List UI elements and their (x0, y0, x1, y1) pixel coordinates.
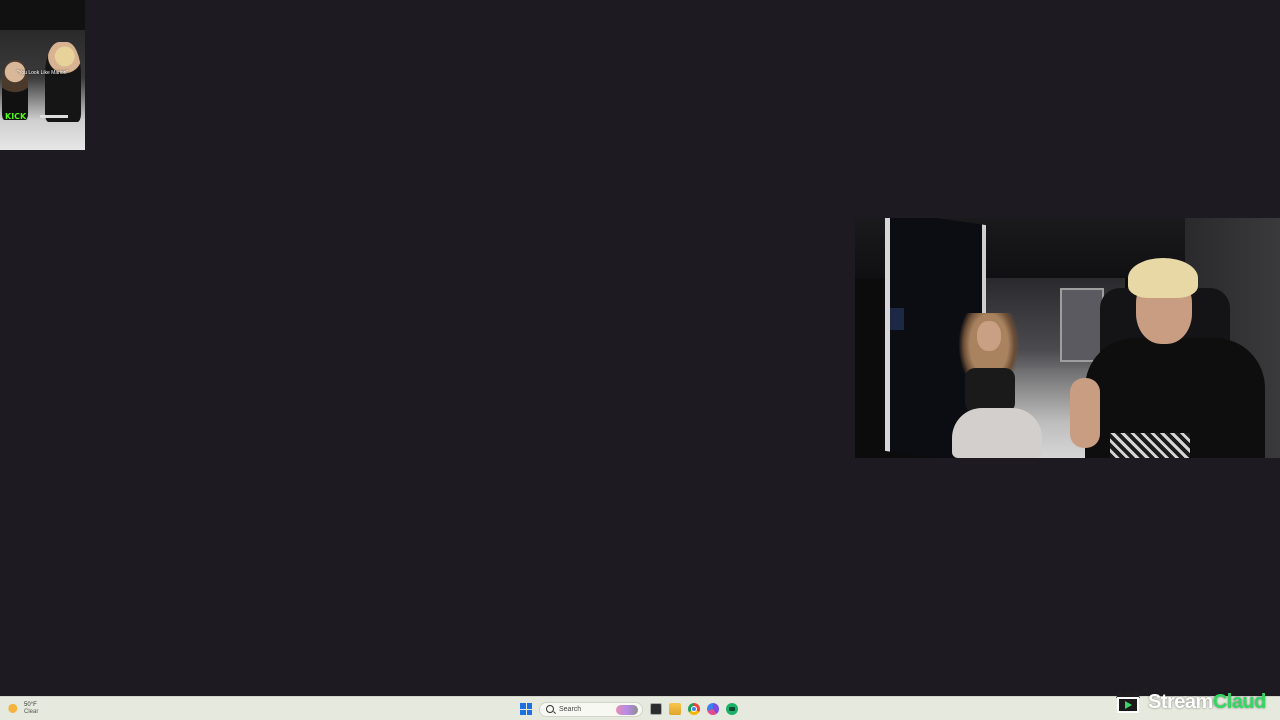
video-person-woman (947, 313, 1042, 458)
search-icon (546, 705, 554, 713)
chrome-icon[interactable] (688, 703, 700, 715)
desktop: "You Look Like Marlon" KICK (0, 0, 1280, 696)
streamclaud-watermark: StreamClaud (1114, 690, 1266, 714)
main-video-window[interactable] (855, 218, 1280, 458)
moon-icon (8, 703, 20, 715)
thumbnail-person-right (45, 42, 81, 122)
watermark-text: StreamClaud (1148, 691, 1266, 714)
weather-temperature: 50°F (24, 702, 37, 708)
video-window-reflection (890, 308, 904, 330)
taskbar: 50°F Clear Search (0, 696, 1280, 720)
weather-text: 50°F Clear (24, 702, 38, 716)
man-hair (1128, 258, 1198, 298)
woman-legs (952, 408, 1042, 458)
man-shorts (1110, 433, 1190, 458)
woman-face (977, 321, 1001, 351)
woman-top (965, 368, 1015, 413)
watermark-claud: Claud (1212, 690, 1267, 713)
watermark-stream: Stream (1148, 690, 1213, 713)
search-highlight-icon (616, 704, 638, 715)
kick-handle-bar (40, 115, 68, 118)
thumbnail-video-window[interactable]: "You Look Like Marlon" KICK (0, 0, 85, 150)
start-icon[interactable] (520, 703, 532, 715)
file-explorer-icon[interactable] (669, 703, 681, 715)
weather-widget[interactable]: 50°F Clear (8, 699, 38, 719)
man-arm (1070, 378, 1100, 448)
thumbnail-person-left (2, 60, 28, 120)
search-label: Search (559, 705, 582, 713)
app-icon[interactable] (726, 703, 738, 715)
video-person-man (1070, 258, 1280, 458)
thumbnail-caption: "You Look Like Marlon" (16, 70, 69, 76)
weather-condition: Clear (24, 709, 39, 715)
taskbar-search-box[interactable]: Search (539, 701, 643, 717)
browser-icon[interactable] (707, 703, 719, 715)
task-view-icon[interactable] (650, 703, 662, 715)
streamclaud-logo-icon (1114, 690, 1142, 714)
taskbar-center: Search (520, 699, 738, 719)
kick-logo: KICK (5, 112, 27, 121)
